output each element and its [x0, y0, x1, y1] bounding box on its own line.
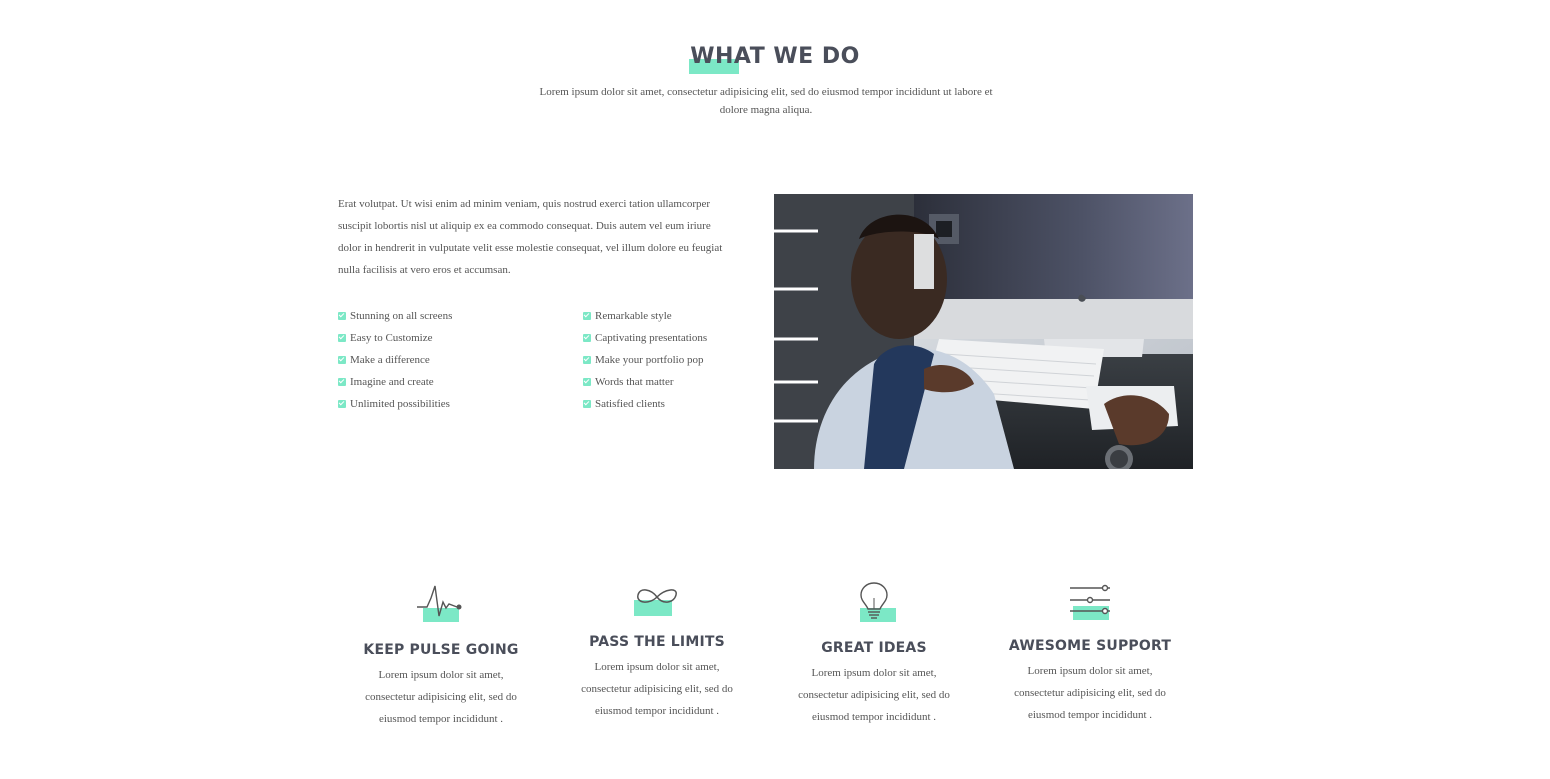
service-card-ideas: GREAT IDEAS Lorem ipsum dolor sit amet, …: [769, 578, 979, 728]
service-card-pulse: KEEP PULSE GOING Lorem ipsum dolor sit a…: [336, 580, 546, 730]
section-heading: WHAT WE DO: [0, 44, 1550, 74]
check-icon: [583, 312, 591, 320]
service-text: Lorem ipsum dolor sit amet, consectetur …: [581, 661, 733, 717]
feature-item: Imagine and create: [338, 371, 452, 393]
infinity-icon: [627, 578, 687, 616]
service-title: GREAT IDEAS: [821, 640, 927, 656]
feature-item: Easy to Customize: [338, 327, 452, 349]
feature-item: Make your portfolio pop: [583, 349, 707, 371]
feature-item: Make a difference: [338, 349, 452, 371]
service-title: PASS THE LIMITS: [589, 634, 725, 650]
workspace-photo-illustration: [774, 194, 1193, 469]
check-icon: [583, 378, 591, 386]
check-icon: [583, 400, 591, 408]
check-icon: [338, 312, 346, 320]
service-title: AWESOME SUPPORT: [1008, 638, 1172, 654]
check-icon: [583, 356, 591, 364]
check-icon: [338, 378, 346, 386]
service-title: KEEP PULSE GOING: [363, 642, 519, 658]
about-paragraph: Erat volutpat. Ut wisi enim ad minim ven…: [338, 198, 723, 276]
feature-item: Captivating presentations: [583, 327, 707, 349]
check-icon: [338, 356, 346, 364]
feature-list-right: Remarkable style Captivating presentatio…: [583, 305, 707, 415]
workspace-photo: [774, 194, 1193, 469]
feature-item: Stunning on all screens: [338, 305, 452, 327]
service-card-support: AWESOME SUPPORT Lorem ipsum dolor sit am…: [985, 578, 1195, 726]
feature-item: Words that matter: [583, 371, 707, 393]
service-card-infinity: PASS THE LIMITS Lorem ipsum dolor sit am…: [552, 578, 762, 722]
feature-item: Remarkable style: [583, 305, 707, 327]
decorative-lines: [774, 229, 818, 423]
check-icon: [338, 334, 346, 342]
check-icon: [338, 400, 346, 408]
lightbulb-icon: [844, 578, 904, 622]
feature-list-left: Stunning on all screens Easy to Customiz…: [338, 305, 452, 415]
feature-item: Unlimited possibilities: [338, 393, 452, 415]
service-text: Lorem ipsum dolor sit amet, consectetur …: [798, 667, 950, 723]
service-text: Lorem ipsum dolor sit amet, consectetur …: [365, 669, 517, 725]
pulse-icon: [411, 580, 471, 624]
section-title: WHAT WE DO: [689, 44, 860, 74]
feature-item: Satisfied clients: [583, 393, 707, 415]
service-text: Lorem ipsum dolor sit amet, consectetur …: [1014, 665, 1166, 721]
section-subtitle: Lorem ipsum dolor sit amet, consectetur …: [539, 86, 993, 116]
check-icon: [583, 334, 591, 342]
sliders-icon: [1060, 578, 1120, 620]
